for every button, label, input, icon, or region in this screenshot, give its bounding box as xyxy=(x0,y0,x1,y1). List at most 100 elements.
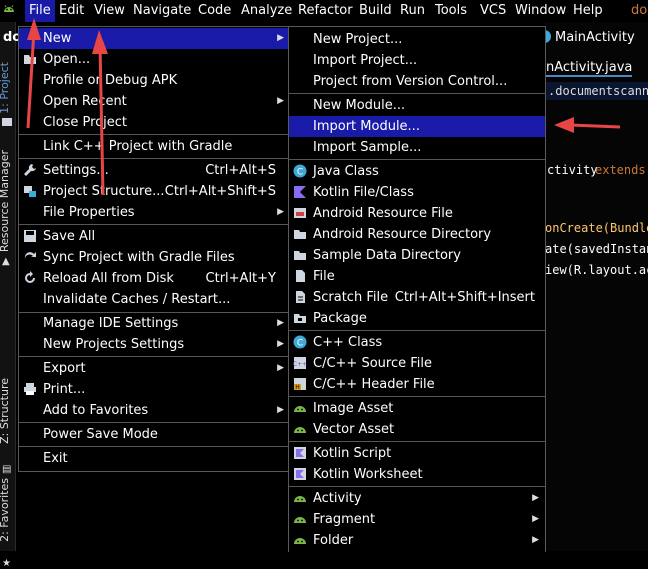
file-menu-new[interactable]: New ▶ xyxy=(19,28,290,49)
menu-code[interactable]: Code xyxy=(198,0,231,22)
gradle-sync-icon xyxy=(23,250,37,264)
wrench-icon xyxy=(23,163,37,177)
menu-separator xyxy=(289,486,545,487)
kotlin-script-icon xyxy=(293,446,307,460)
favorites-tool-tab[interactable]: 2: Favorites xyxy=(0,478,18,542)
kotlin-worksheet-item[interactable]: Kotlin Worksheet xyxy=(289,464,545,485)
import-sample-item[interactable]: Import Sample... xyxy=(289,137,545,158)
menu-file[interactable]: File xyxy=(25,0,55,22)
code-line-setcontentview: iew(R.layout.ac xyxy=(545,263,648,277)
scratch-file-item[interactable]: Scratch File Ctrl+Alt+Shift+Insert xyxy=(289,287,545,308)
project-name-fragment: do xyxy=(631,3,648,18)
file-menu-manage-ide-settings[interactable]: Manage IDE Settings ▶ xyxy=(19,313,290,334)
project-structure-icon xyxy=(23,184,37,198)
menu-bar: File Edit View Navigate Code Analyze Ref… xyxy=(0,0,648,22)
file-menu-add-to-favorites[interactable]: Add to Favorites ▶ xyxy=(19,400,290,421)
file-menu-power-save-mode[interactable]: Power Save Mode xyxy=(19,424,290,445)
menu-separator xyxy=(19,422,290,423)
editor-tab-mainactivity[interactable]: MainActivity xyxy=(538,30,635,45)
image-asset-item[interactable]: Image Asset xyxy=(289,398,545,419)
submenu-arrow-icon: ▶ xyxy=(277,96,284,106)
menu-tools[interactable]: Tools xyxy=(435,0,467,22)
file-menu-exit[interactable]: Exit xyxy=(19,448,290,469)
file-menu-settings[interactable]: Settings... Ctrl+Alt+S xyxy=(19,160,290,181)
menu-separator xyxy=(289,93,545,94)
menu-run[interactable]: Run xyxy=(400,0,425,22)
file-menu-save-all[interactable]: Save All xyxy=(19,226,290,247)
menu-separator xyxy=(19,134,290,135)
android-icon xyxy=(293,533,307,547)
svg-text:H: H xyxy=(295,384,300,391)
menu-view[interactable]: View xyxy=(94,0,125,22)
new-submenu: New Project... Import Project... Project… xyxy=(288,26,546,552)
vector-asset-item[interactable]: Vector Asset xyxy=(289,419,545,440)
scratch-file-icon xyxy=(293,290,307,304)
file-menu-reload-from-disk[interactable]: Reload All from Disk Ctrl+Alt+Y xyxy=(19,268,290,289)
file-menu: New ▶ Open... Profile or Debug APK Open R… xyxy=(18,26,291,472)
kotlin-worksheet-icon xyxy=(293,467,307,481)
menu-edit[interactable]: Edit xyxy=(59,0,84,22)
file-item[interactable]: File xyxy=(289,266,545,287)
folder-item[interactable]: Folder ▶ xyxy=(289,530,545,551)
new-module-item[interactable]: New Module... xyxy=(289,95,545,116)
menu-analyze[interactable]: Analyze xyxy=(241,0,292,22)
package-item[interactable]: Package xyxy=(289,308,545,329)
project-from-vcs-item[interactable]: Project from Version Control... xyxy=(289,71,545,92)
package-icon xyxy=(293,311,307,325)
menu-vcs[interactable]: VCS xyxy=(480,0,506,22)
menu-separator xyxy=(19,356,290,357)
structure-tool-tab[interactable]: Z: Structure xyxy=(0,378,18,444)
activity-item[interactable]: Activity ▶ xyxy=(289,488,545,509)
code-line-super: ate(savedInstan xyxy=(545,242,648,256)
folder-icon xyxy=(293,248,307,262)
file-menu-project-structure[interactable]: Project Structure... Ctrl+Alt+Shift+S xyxy=(19,181,290,202)
android-icon xyxy=(2,3,16,17)
file-menu-invalidate-caches[interactable]: Invalidate Caches / Restart... xyxy=(19,289,290,310)
sample-data-directory-item[interactable]: Sample Data Directory xyxy=(289,245,545,266)
import-module-item[interactable]: Import Module... xyxy=(289,116,545,137)
cpp-source-file-item[interactable]: C++ C/C++ Source File xyxy=(289,353,545,374)
save-icon xyxy=(23,229,37,243)
menu-window[interactable]: Window xyxy=(515,0,566,22)
android-resource-file-icon xyxy=(293,206,307,220)
java-class-item[interactable]: C Java Class xyxy=(289,161,545,182)
file-menu-close-project[interactable]: Close Project xyxy=(19,112,290,133)
kotlin-script-item[interactable]: Kotlin Script xyxy=(289,443,545,464)
menu-help[interactable]: Help xyxy=(573,0,603,22)
file-menu-open[interactable]: Open... xyxy=(19,49,290,70)
code-line-oncreate: onCreate(Bundle xyxy=(545,221,648,235)
import-project-item[interactable]: Import Project... xyxy=(289,50,545,71)
menu-separator xyxy=(19,158,290,159)
cpp-class-item[interactable]: C C++ Class xyxy=(289,332,545,353)
file-icon xyxy=(293,269,307,283)
tool-window-strip: do 1: Project Resource Manager ▲ Z: Stru… xyxy=(0,22,21,569)
menu-refactor[interactable]: Refactor xyxy=(298,0,353,22)
file-menu-profile-debug-apk[interactable]: Profile or Debug APK xyxy=(19,70,290,91)
android-resource-file-item[interactable]: Android Resource File xyxy=(289,203,545,224)
file-menu-print[interactable]: Print... xyxy=(19,379,290,400)
menu-separator xyxy=(19,446,290,447)
kotlin-icon xyxy=(293,185,307,199)
android-resource-directory-item[interactable]: Android Resource Directory xyxy=(289,224,545,245)
menu-build[interactable]: Build xyxy=(359,0,392,22)
file-menu-new-projects-settings[interactable]: New Projects Settings ▶ xyxy=(19,334,290,355)
menu-navigate[interactable]: Navigate xyxy=(133,0,191,22)
file-menu-export[interactable]: Export ▶ xyxy=(19,358,290,379)
kotlin-file-class-item[interactable]: Kotlin File/Class xyxy=(289,182,545,203)
printer-icon xyxy=(23,382,37,396)
file-menu-sync-gradle[interactable]: Sync Project with Gradle Files xyxy=(19,247,290,268)
editor-tab-file[interactable]: nActivity.java xyxy=(546,60,633,77)
project-tool-tab[interactable]: 1: Project xyxy=(0,62,18,114)
file-menu-file-properties[interactable]: File Properties ▶ xyxy=(19,202,290,223)
android-icon xyxy=(293,491,307,505)
android-icon xyxy=(293,401,307,415)
new-project-item[interactable]: New Project... xyxy=(289,29,545,50)
file-menu-open-recent[interactable]: Open Recent ▶ xyxy=(19,91,290,112)
file-menu-link-cpp[interactable]: Link C++ Project with Gradle xyxy=(19,136,290,157)
menu-separator xyxy=(289,441,545,442)
submenu-arrow-icon: ▶ xyxy=(277,363,284,373)
cpp-header-file-item[interactable]: H C/C++ Header File xyxy=(289,374,545,395)
fragment-item[interactable]: Fragment ▶ xyxy=(289,509,545,530)
menu-separator xyxy=(19,224,290,225)
resource-manager-tab[interactable]: Resource Manager xyxy=(0,150,18,252)
